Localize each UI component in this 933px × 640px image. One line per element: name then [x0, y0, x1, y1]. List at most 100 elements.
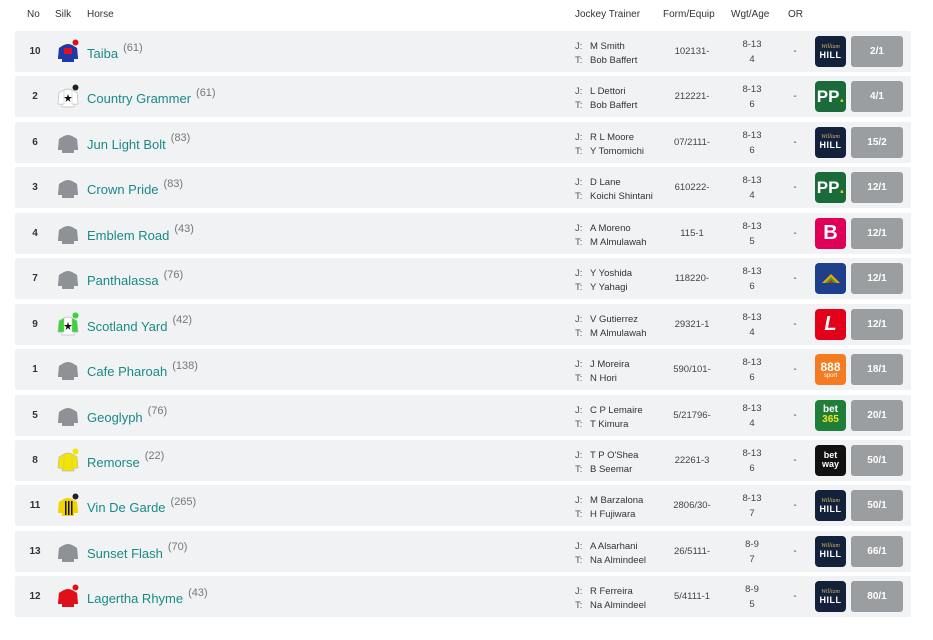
trainer-name[interactable]: Y Yahagi — [590, 281, 655, 295]
odds-button[interactable]: 4/1 — [851, 81, 903, 113]
horse-name-link[interactable]: Geoglyph — [87, 406, 143, 425]
book-text: B — [815, 217, 846, 249]
odds-button[interactable]: 2/1 — [851, 36, 903, 67]
trainer-name[interactable]: Na Almindeel — [590, 599, 655, 613]
jockey-name[interactable]: A Alsarhani — [590, 541, 638, 552]
bet365-icon[interactable]: bet 365 — [815, 399, 846, 431]
trainer-name[interactable]: T Kimura — [590, 418, 655, 432]
trainer-name[interactable]: Na Almindeel — [590, 554, 655, 568]
weight-age: 8-13 4 — [732, 173, 772, 203]
jockey-name[interactable]: D Lane — [590, 177, 621, 188]
weight: 8-13 — [742, 266, 762, 278]
official-rating: - — [793, 273, 797, 285]
jockey-name[interactable]: R L Moore — [590, 132, 634, 143]
official-rating: - — [793, 500, 797, 512]
horse-rating: (43) — [174, 223, 194, 236]
jockey-trainer: J: C P Lemaire T: T Kimura — [575, 404, 655, 432]
weight-age: 8-13 4 — [732, 401, 772, 431]
horse-cell: Vin De Garde (265) — [87, 485, 196, 526]
jockey-name[interactable]: R Ferreira — [590, 586, 633, 597]
jockey-name[interactable]: M Barzalona — [590, 495, 643, 506]
odds-button[interactable]: 12/1 — [851, 172, 903, 204]
horse-rating: (42) — [172, 314, 193, 327]
odds-button[interactable]: 50/1 — [851, 444, 903, 476]
jockey-name[interactable]: J Moreira — [590, 359, 630, 370]
trainer-name[interactable]: N Hori — [590, 372, 655, 386]
jockey-name[interactable]: C P Lemaire — [590, 405, 643, 416]
betfair-icon[interactable] — [815, 263, 846, 295]
jockey-name[interactable]: L Dettori — [590, 86, 626, 97]
williamhill-icon[interactable]: William HILL — [815, 581, 846, 613]
odds-button[interactable]: 12/1 — [851, 263, 903, 295]
horse-cell: Crown Pride (83) — [87, 167, 183, 208]
boylesports-icon[interactable]: B — [815, 217, 846, 249]
header-form: Form/Equip — [663, 9, 715, 20]
horse-name-link[interactable]: Country Grammer — [87, 87, 191, 106]
odds-button[interactable]: 66/1 — [851, 535, 903, 567]
horse-name-link[interactable]: Scotland Yard — [87, 315, 167, 334]
table-row: 8 Remorse (22) J: T P O'Shea T: B Seemar 2… — [15, 439, 911, 481]
jockey-name[interactable]: T P O'Shea — [590, 450, 638, 461]
trainer-label: T: — [575, 236, 583, 248]
jockey-name[interactable]: A Moreno — [590, 223, 631, 234]
book-text-top: 888 — [820, 359, 841, 374]
odds-button[interactable]: 80/1 — [851, 581, 903, 613]
trainer-label: T: — [575, 509, 583, 521]
paddypower-icon[interactable]: PP. — [815, 172, 846, 204]
trainer-name[interactable]: Y Tomomichi — [590, 145, 655, 159]
horse-name-link[interactable]: Vin De Garde — [87, 496, 166, 515]
williamhill-icon[interactable]: William HILL — [815, 36, 846, 67]
header-jockey-trainer: Jockey Trainer — [575, 9, 641, 20]
horse-name-link[interactable]: Crown Pride — [87, 178, 159, 197]
jockey-trainer: J: J Moreira T: N Hori — [575, 358, 655, 386]
paddypower-icon[interactable]: PP. — [815, 81, 846, 113]
jockey-name[interactable]: M Smith — [590, 41, 625, 52]
williamhill-icon[interactable]: William HILL — [815, 535, 846, 567]
book-text: PP. — [815, 81, 846, 113]
odds-button[interactable]: 18/1 — [851, 354, 903, 386]
age: 5 — [749, 235, 755, 247]
trainer-name[interactable]: H Fujiwara — [590, 508, 655, 522]
horse-name-link[interactable]: Sunset Flash — [87, 542, 163, 561]
horse-name-link[interactable]: Emblem Road — [87, 224, 169, 243]
ladbrokes-icon[interactable]: L — [815, 308, 846, 340]
age: 6 — [749, 372, 755, 384]
jockey-name[interactable]: V Gutierrez — [590, 314, 638, 325]
trainer-name[interactable]: M Almulawah — [590, 327, 655, 341]
age: 7 — [749, 553, 755, 565]
official-rating: - — [793, 91, 797, 103]
horse-name-link[interactable]: Panthalassa — [87, 269, 159, 288]
trainer-label: T: — [575, 554, 583, 566]
888sport-icon[interactable]: 888 sport — [815, 354, 846, 386]
odds-button[interactable]: 20/1 — [851, 399, 903, 431]
table-row: 7 Panthalassa (76) J: Y Yoshida T: Y Yahag… — [15, 258, 911, 300]
trainer-name[interactable]: Koichi Shintani — [590, 190, 655, 204]
official-rating: - — [793, 454, 797, 466]
runner-number: 13 — [29, 545, 41, 557]
age: 4 — [749, 326, 755, 338]
odds-button[interactable]: 12/1 — [851, 308, 903, 340]
header-or: OR — [788, 9, 803, 20]
weight-age: 8-13 6 — [732, 264, 772, 294]
jockey-name[interactable]: Y Yoshida — [590, 268, 632, 279]
weight-age: 8-13 6 — [732, 355, 772, 385]
horse-cell: Scotland Yard (42) — [87, 304, 192, 345]
horse-name-link[interactable]: Jun Light Bolt — [87, 133, 166, 152]
horse-name-link[interactable]: Cafe Pharoah — [87, 360, 167, 379]
odds-button[interactable]: 15/2 — [851, 126, 903, 158]
form-figures: 118220- — [674, 273, 710, 285]
horse-name-link[interactable]: Taiba — [87, 42, 118, 61]
horse-name-link[interactable]: Remorse — [87, 451, 140, 470]
trainer-name[interactable]: M Almulawah — [590, 236, 655, 250]
williamhill-icon[interactable]: William HILL — [815, 490, 846, 522]
odds-button[interactable]: 50/1 — [851, 490, 903, 522]
horse-name-link[interactable]: Lagertha Rhyme — [87, 587, 183, 606]
williamhill-icon[interactable]: William HILL — [815, 126, 846, 158]
silk-icon — [55, 39, 81, 65]
weight-age: 8-9 7 — [732, 537, 772, 567]
trainer-name[interactable]: Bob Baffert — [590, 99, 655, 113]
odds-button[interactable]: 12/1 — [851, 217, 903, 249]
trainer-name[interactable]: B Seemar — [590, 463, 655, 477]
trainer-name[interactable]: Bob Baffert — [590, 54, 655, 68]
betway-icon[interactable]: bet way — [815, 444, 846, 476]
